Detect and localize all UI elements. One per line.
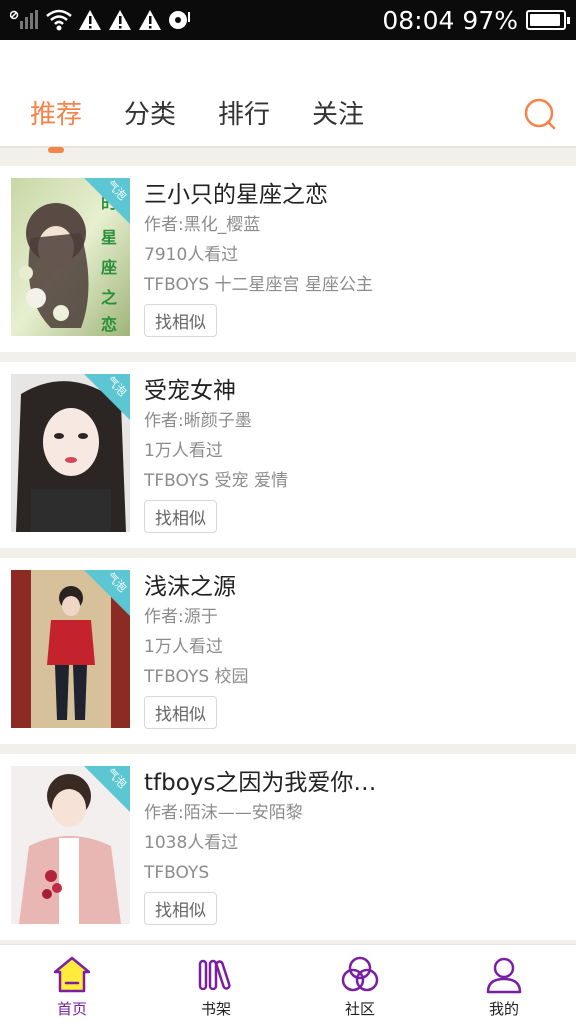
find-similar-button[interactable]: 找相似 — [144, 696, 217, 729]
svg-text:恋: 恋 — [101, 315, 117, 334]
book-title[interactable]: 受宠女神 — [144, 376, 564, 406]
book-cover[interactable]: 气泡 — [11, 374, 130, 532]
book-views: 1万人看过 — [144, 637, 223, 657]
nav-label: 我的 — [488, 1000, 519, 1018]
book-tags: TFBOYS 受宠 爱情 — [144, 471, 288, 491]
book-list: 的 星 座 之 恋 气泡 三小只的星座之恋 作者:黑化_樱蓝 7910人看过 T… — [0, 166, 576, 950]
book-views: 1038人看过 — [144, 833, 239, 853]
book-tags: TFBOYS — [144, 863, 210, 883]
book-cover[interactable]: 气泡 — [11, 766, 130, 924]
book-info: 浅沫之源 作者:源于 1万人看过 TFBOYS 校园 找相似 — [144, 572, 564, 729]
book-card[interactable]: 气泡 浅沫之源 作者:源于 1万人看过 TFBOYS 校园 找相似 — [0, 558, 576, 744]
book-author: 作者:源于 — [144, 607, 218, 627]
svg-text:之: 之 — [101, 288, 117, 307]
status-icons-left — [10, 9, 192, 31]
tab-recommend[interactable]: 推荐 — [30, 94, 82, 131]
community-icon — [341, 956, 379, 992]
tab-following[interactable]: 关注 — [312, 94, 364, 131]
book-cover[interactable]: 的 星 座 之 恋 气泡 — [11, 178, 130, 336]
book-info: 受宠女神 作者:晰颜子墨 1万人看过 TFBOYS 受宠 爱情 找相似 — [144, 376, 564, 533]
profile-icon — [486, 957, 522, 994]
warning-icon — [78, 9, 102, 31]
bottom-nav: 首页 书架 社区 我的 — [0, 944, 576, 1024]
clock: 08:04 — [382, 5, 455, 35]
header: 推荐 分类 排行 关注 — [0, 40, 576, 148]
status-bar: 08:04 97% — [0, 0, 576, 40]
book-author: 作者:晰颜子墨 — [144, 411, 252, 431]
book-card[interactable]: 气泡 受宠女神 作者:晰颜子墨 1万人看过 TFBOYS 受宠 爱情 找相似 — [0, 362, 576, 548]
nav-community[interactable]: 社区 — [288, 945, 432, 1024]
book-card[interactable]: 气泡 tfboys之因为我爱你… 作者:陌沫——安陌黎 1038人看过 TFBO… — [0, 754, 576, 940]
book-card[interactable]: 的 星 座 之 恋 气泡 三小只的星座之恋 作者:黑化_樱蓝 7910人看过 T… — [0, 166, 576, 352]
find-similar-button[interactable]: 找相似 — [144, 304, 217, 337]
disc-icon — [168, 9, 192, 31]
tab-ranking[interactable]: 排行 — [218, 94, 270, 131]
book-cover[interactable]: 气泡 — [11, 570, 130, 728]
book-title[interactable]: 浅沫之源 — [144, 572, 564, 602]
nav-home[interactable]: 首页 — [0, 945, 144, 1024]
search-icon — [524, 98, 556, 130]
book-title[interactable]: 三小只的星座之恋 — [144, 180, 564, 210]
svg-text:星: 星 — [101, 228, 117, 247]
find-similar-button[interactable]: 找相似 — [144, 892, 217, 925]
battery-fill — [530, 14, 561, 26]
book-views: 1万人看过 — [144, 441, 223, 461]
no-sim-icon — [10, 9, 40, 31]
status-icons-right: 08:04 97% — [382, 5, 570, 35]
nav-label: 书架 — [200, 1000, 231, 1018]
tab-category[interactable]: 分类 — [124, 94, 176, 131]
home-icon — [53, 956, 91, 993]
search-button[interactable] — [522, 96, 558, 132]
book-info: 三小只的星座之恋 作者:黑化_樱蓝 7910人看过 TFBOYS 十二星座宫 星… — [144, 180, 564, 337]
book-author: 作者:陌沫——安陌黎 — [144, 803, 303, 823]
nav-bookshelf[interactable]: 书架 — [144, 945, 288, 1024]
battery-icon — [526, 10, 570, 30]
nav-label: 首页 — [56, 1000, 87, 1018]
nav-label: 社区 — [344, 1000, 375, 1018]
book-author: 作者:黑化_樱蓝 — [144, 215, 261, 235]
find-similar-button[interactable]: 找相似 — [144, 500, 217, 533]
book-title[interactable]: tfboys之因为我爱你… — [144, 768, 564, 798]
warning-icon — [138, 9, 162, 31]
nav-profile[interactable]: 我的 — [432, 945, 576, 1024]
bookshelf-icon — [198, 959, 231, 991]
book-tags: TFBOYS 十二星座宫 星座公主 — [144, 275, 373, 295]
svg-text:座: 座 — [100, 258, 117, 277]
book-views: 7910人看过 — [144, 245, 239, 265]
warning-icon — [108, 9, 132, 31]
book-info: tfboys之因为我爱你… 作者:陌沫——安陌黎 1038人看过 TFBOYS … — [144, 768, 564, 925]
tab-bar: 推荐 分类 排行 关注 — [30, 94, 406, 131]
battery-percent: 97% — [462, 5, 518, 35]
book-tags: TFBOYS 校园 — [144, 667, 249, 687]
wifi-icon — [46, 9, 72, 31]
